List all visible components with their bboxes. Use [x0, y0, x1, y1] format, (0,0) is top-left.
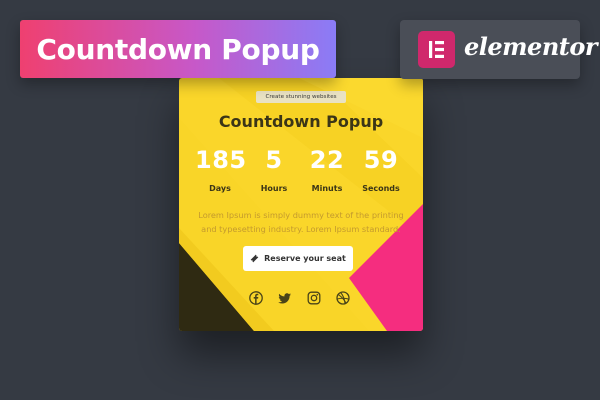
tagline-badge: Create stunning websites — [256, 91, 346, 103]
dribbble-icon[interactable] — [336, 291, 350, 305]
countdown-days: 185 Days — [195, 146, 247, 193]
reserve-seat-button[interactable]: Reserve your seat — [243, 246, 353, 271]
countdown-seconds: 59 Seconds — [356, 146, 406, 193]
elementor-wordmark: elementor — [464, 32, 598, 61]
social-links — [249, 291, 350, 305]
countdown-minutes-value: 22 — [309, 146, 345, 174]
countdown-minutes: 22 Minuts — [302, 146, 352, 193]
twitter-icon[interactable] — [278, 291, 292, 305]
elementor-badge: elementor — [400, 20, 598, 79]
countdown-days-label: Days — [209, 184, 231, 193]
countdown-days-value: 185 — [195, 146, 247, 174]
title-badge: Countdown Popup — [20, 20, 336, 78]
countdown-minutes-label: Minuts — [311, 184, 343, 193]
instagram-icon[interactable] — [307, 291, 321, 305]
countdown-hours-value: 5 — [265, 146, 283, 174]
countdown-seconds-value: 59 — [363, 146, 399, 174]
countdown-popup: Create stunning websites Countdown Popup… — [179, 78, 423, 331]
popup-title: Countdown Popup — [218, 112, 384, 131]
countdown-hours-label: Hours — [260, 184, 288, 193]
elementor-logo-icon — [418, 31, 455, 68]
ticket-icon — [250, 254, 259, 263]
countdown-hours: 5 Hours — [249, 146, 299, 193]
popup-description: Lorem Ipsum is simply dummy text of the … — [198, 210, 404, 234]
countdown-seconds-label: Seconds — [362, 184, 400, 193]
facebook-icon[interactable] — [249, 291, 263, 305]
reserve-seat-label: Reserve your seat — [264, 254, 346, 263]
